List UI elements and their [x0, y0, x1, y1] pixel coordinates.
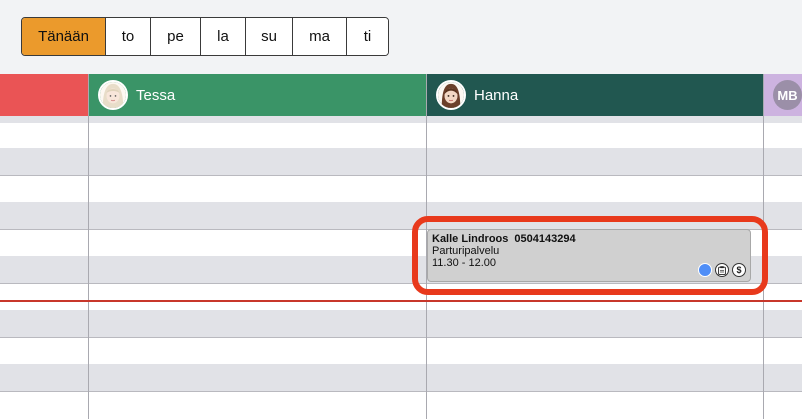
staff-header: Tessa Hanna MB: [0, 74, 802, 116]
tessa-avatar: [98, 80, 128, 110]
staff-column-header-tessa[interactable]: Tessa: [89, 74, 427, 116]
mb-avatar: MB: [773, 80, 802, 110]
hour-divider: [0, 391, 802, 392]
time-slot-row[interactable]: [0, 116, 802, 123]
hanna-avatar: [436, 80, 466, 110]
time-slot-row[interactable]: [0, 175, 802, 202]
day-button-fri[interactable]: pe: [150, 18, 200, 55]
highlight-outline: [412, 216, 768, 295]
hour-divider: [0, 337, 802, 338]
day-button-mon[interactable]: ma: [292, 18, 346, 55]
staff-name-tessa: Tessa: [136, 86, 176, 104]
time-slot-row[interactable]: [0, 148, 802, 175]
time-slot-row[interactable]: [0, 364, 802, 391]
time-slot-row[interactable]: [0, 123, 802, 148]
day-button-sun[interactable]: su: [245, 18, 292, 55]
day-button-sat[interactable]: la: [200, 18, 245, 55]
day-selector: Tänään to pe la su ma ti: [21, 17, 389, 56]
hour-divider: [0, 175, 802, 176]
time-slot-row[interactable]: [0, 391, 802, 419]
day-button-tue[interactable]: ti: [346, 18, 388, 55]
staff-column-header-1[interactable]: [0, 74, 89, 116]
current-time-line: [0, 300, 802, 302]
column-divider: [88, 74, 89, 419]
time-slot-row[interactable]: [0, 310, 802, 337]
staff-name-hanna: Hanna: [474, 86, 519, 104]
day-button-today[interactable]: Tänään: [22, 18, 105, 55]
time-slot-row[interactable]: [0, 337, 802, 364]
staff-column-header-mb[interactable]: MB: [764, 74, 802, 116]
staff-column-header-hanna[interactable]: Hanna: [427, 74, 764, 116]
day-button-thu[interactable]: to: [105, 18, 150, 55]
